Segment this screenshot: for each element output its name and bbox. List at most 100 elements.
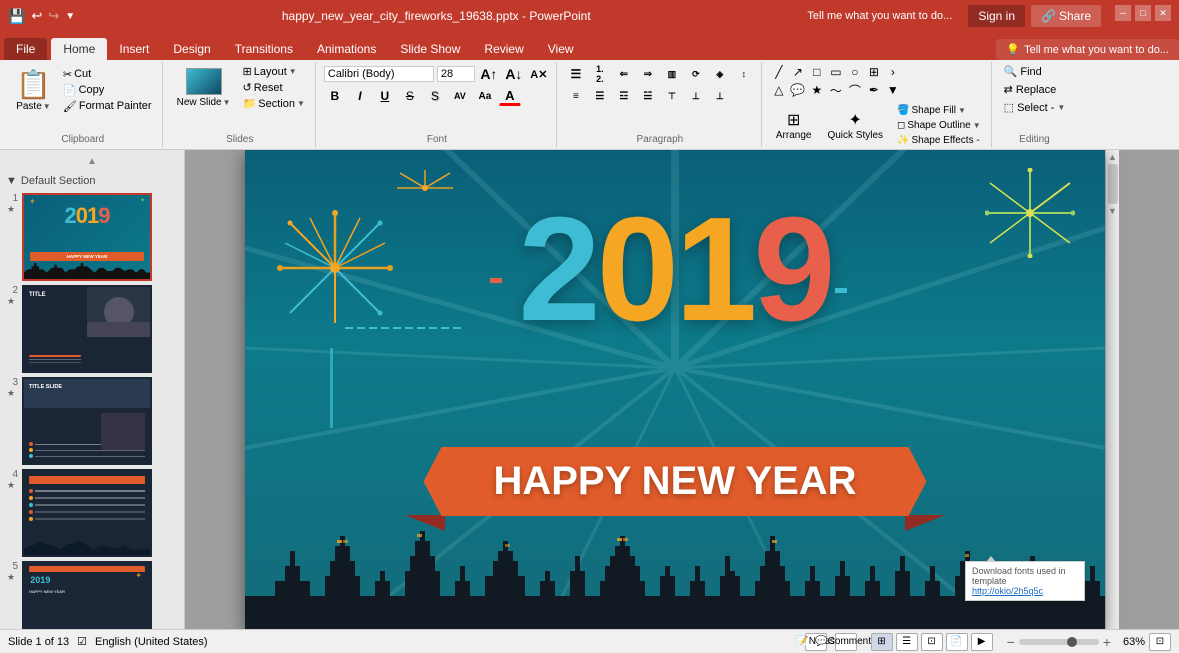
align-center-button[interactable]: ☰ [589,86,611,106]
increase-font-button[interactable]: A↑ [478,64,500,84]
slide-3-thumbnail[interactable]: TITLE SLIDE [22,377,152,465]
undo-icon[interactable]: ↩ [31,8,42,24]
fit-slide-button[interactable]: ⊡ [1149,633,1171,651]
text-direction-button[interactable]: ⟳ [685,64,707,84]
sign-in-button[interactable]: Sign in [968,5,1025,27]
align-left-button[interactable]: ≡ [565,86,587,106]
save-icon[interactable]: 💾 [8,8,25,25]
slide-2-thumbnail[interactable]: TITLE [22,285,152,373]
quick-styles-button[interactable]: ✦ Quick Styles [821,100,889,150]
shape-fill-button[interactable]: 🪣 Shape Fill▼ [893,104,985,117]
slide-sorter-button[interactable]: ⊡ [921,633,943,651]
accessibility-icon[interactable]: ☑ [77,635,87,648]
align-top-button[interactable]: ⊤ [661,86,683,106]
triangle-shape[interactable]: △ [770,82,788,98]
decrease-font-button[interactable]: A↓ [503,64,525,84]
paste-button[interactable]: 📋 Paste▼ [10,64,57,116]
line-spacing-button[interactable]: ↕ [733,64,755,84]
align-bottom-button[interactable]: ⊥ [709,86,731,106]
rect-shape[interactable]: □ [808,64,826,80]
shapes-more-btn[interactable]: ▼ [884,82,902,98]
char-spacing-button[interactable]: AV [449,86,471,106]
tab-file[interactable]: File [4,38,47,60]
notes-view-button[interactable]: 📄 [946,633,968,651]
section-header[interactable]: ▼ Default Section [4,173,180,189]
tab-design[interactable]: Design [161,38,222,60]
line-shape[interactable]: ╱ [770,64,788,80]
freeform-shape[interactable]: ✒ [865,82,883,98]
zoom-out-button[interactable]: − [1007,634,1015,650]
more-shapes[interactable]: ⊞ [865,64,883,80]
tab-slideshow[interactable]: Slide Show [388,38,472,60]
zoom-slider[interactable] [1019,639,1099,645]
chevron-shape[interactable]: › [884,64,902,80]
font-name-input[interactable] [324,66,434,82]
bullets-button[interactable]: ☰ [565,64,587,84]
tab-review[interactable]: Review [472,38,535,60]
section-button[interactable]: 📁 Section▼ [239,96,309,111]
decrease-indent-button[interactable]: ⇐ [613,64,635,84]
customize-icon[interactable]: ▼ [65,11,75,22]
font-size-input[interactable] [437,66,475,82]
increase-indent-button[interactable]: ⇒ [637,64,659,84]
oval-shape[interactable]: ○ [846,64,864,80]
numbering-button[interactable]: 1.2. [589,64,611,84]
tab-view[interactable]: View [536,38,586,60]
align-middle-button[interactable]: ⊥ [685,86,707,106]
bold-button[interactable]: B [324,86,346,106]
tab-transitions[interactable]: Transitions [223,38,305,60]
underline-button[interactable]: U [374,86,396,106]
italic-button[interactable]: I [349,86,371,106]
slide-4-thumbnail[interactable] [22,469,152,557]
sign-in-button[interactable]: Tell me what you want to do... [797,6,962,26]
scroll-up-btn[interactable]: ▲ [4,154,180,169]
find-button[interactable]: 🔍 Find [1000,64,1070,79]
shape-effects-button[interactable]: ✨ Shape Effects - [893,134,985,147]
minimize-button[interactable]: ─ [1115,5,1131,21]
scroll-down-arrow[interactable]: ▼ [1108,206,1117,216]
wave-shape[interactable]: 〜 [827,82,845,98]
tell-me-box[interactable]: 💡 Tell me what you want to do... [996,39,1179,60]
align-right-button[interactable]: ☲ [613,86,635,106]
tab-insert[interactable]: Insert [107,38,161,60]
justify-button[interactable]: ☱ [637,86,659,106]
scroll-up-arrow[interactable]: ▲ [1108,152,1117,162]
callout-shape[interactable]: 💬 [789,82,807,98]
star-shape[interactable]: ★ [808,82,826,98]
zoom-level[interactable]: 63% [1115,636,1145,648]
slide-canvas[interactable]: 2 0 1 9 HAPPY NEW YEAR [245,150,1105,629]
close-button[interactable]: ✕ [1155,5,1171,21]
tab-home[interactable]: Home [51,38,107,60]
comments-button[interactable]: 💬 Comments [835,633,857,651]
slide-5-thumbnail[interactable]: 2019 HAPPY NEW YEAR ✦ [22,561,152,629]
slide-1-thumbnail[interactable]: 2019 HAPPY NEW YEAR ✦ ✦ [22,193,152,281]
shadow-button[interactable]: S [424,86,446,106]
arrange-button[interactable]: ⊞ Arrange [770,100,818,150]
tooltip-link[interactable]: http://okio/2h5q5c [972,586,1078,596]
normal-view-button[interactable]: ⊞ [871,633,893,651]
select-button[interactable]: ⬚ Select -▼ [1000,100,1070,115]
redo-icon[interactable]: ↪ [48,8,59,24]
arrow-shape[interactable]: ↗ [789,64,807,80]
convert-to-smartart-button[interactable]: ◈ [709,64,731,84]
clear-formatting-button[interactable]: A✕ [528,64,550,84]
copy-button[interactable]: 📄 Copy [59,83,156,98]
replace-button[interactable]: ⇄ Replace [1000,82,1070,97]
rounded-rect-shape[interactable]: ▭ [827,64,845,80]
cut-button[interactable]: ✂ Cut [59,67,156,82]
reset-button[interactable]: ↺ Reset [239,80,309,95]
vertical-scrollbar[interactable]: ▲ ▼ [1105,150,1119,629]
scroll-thumb[interactable] [1108,164,1118,204]
font-color-button[interactable]: A [499,86,521,106]
share-button[interactable]: 🔗 Share [1031,5,1101,27]
change-case-button[interactable]: Aa [474,86,496,106]
strikethrough-button[interactable]: S [399,86,421,106]
shape-outline-button[interactable]: ◻ Shape Outline▼ [893,119,985,132]
columns-button[interactable]: ▥ [661,64,683,84]
format-painter-button[interactable]: 🖌 Format Painter [59,99,156,114]
tab-animations[interactable]: Animations [305,38,388,60]
arc-shape[interactable]: ⌒ [846,82,864,98]
reading-view-button[interactable]: ▶ [971,633,993,651]
zoom-in-button[interactable]: + [1103,634,1111,650]
outline-view-button[interactable]: ☰ [896,633,918,651]
